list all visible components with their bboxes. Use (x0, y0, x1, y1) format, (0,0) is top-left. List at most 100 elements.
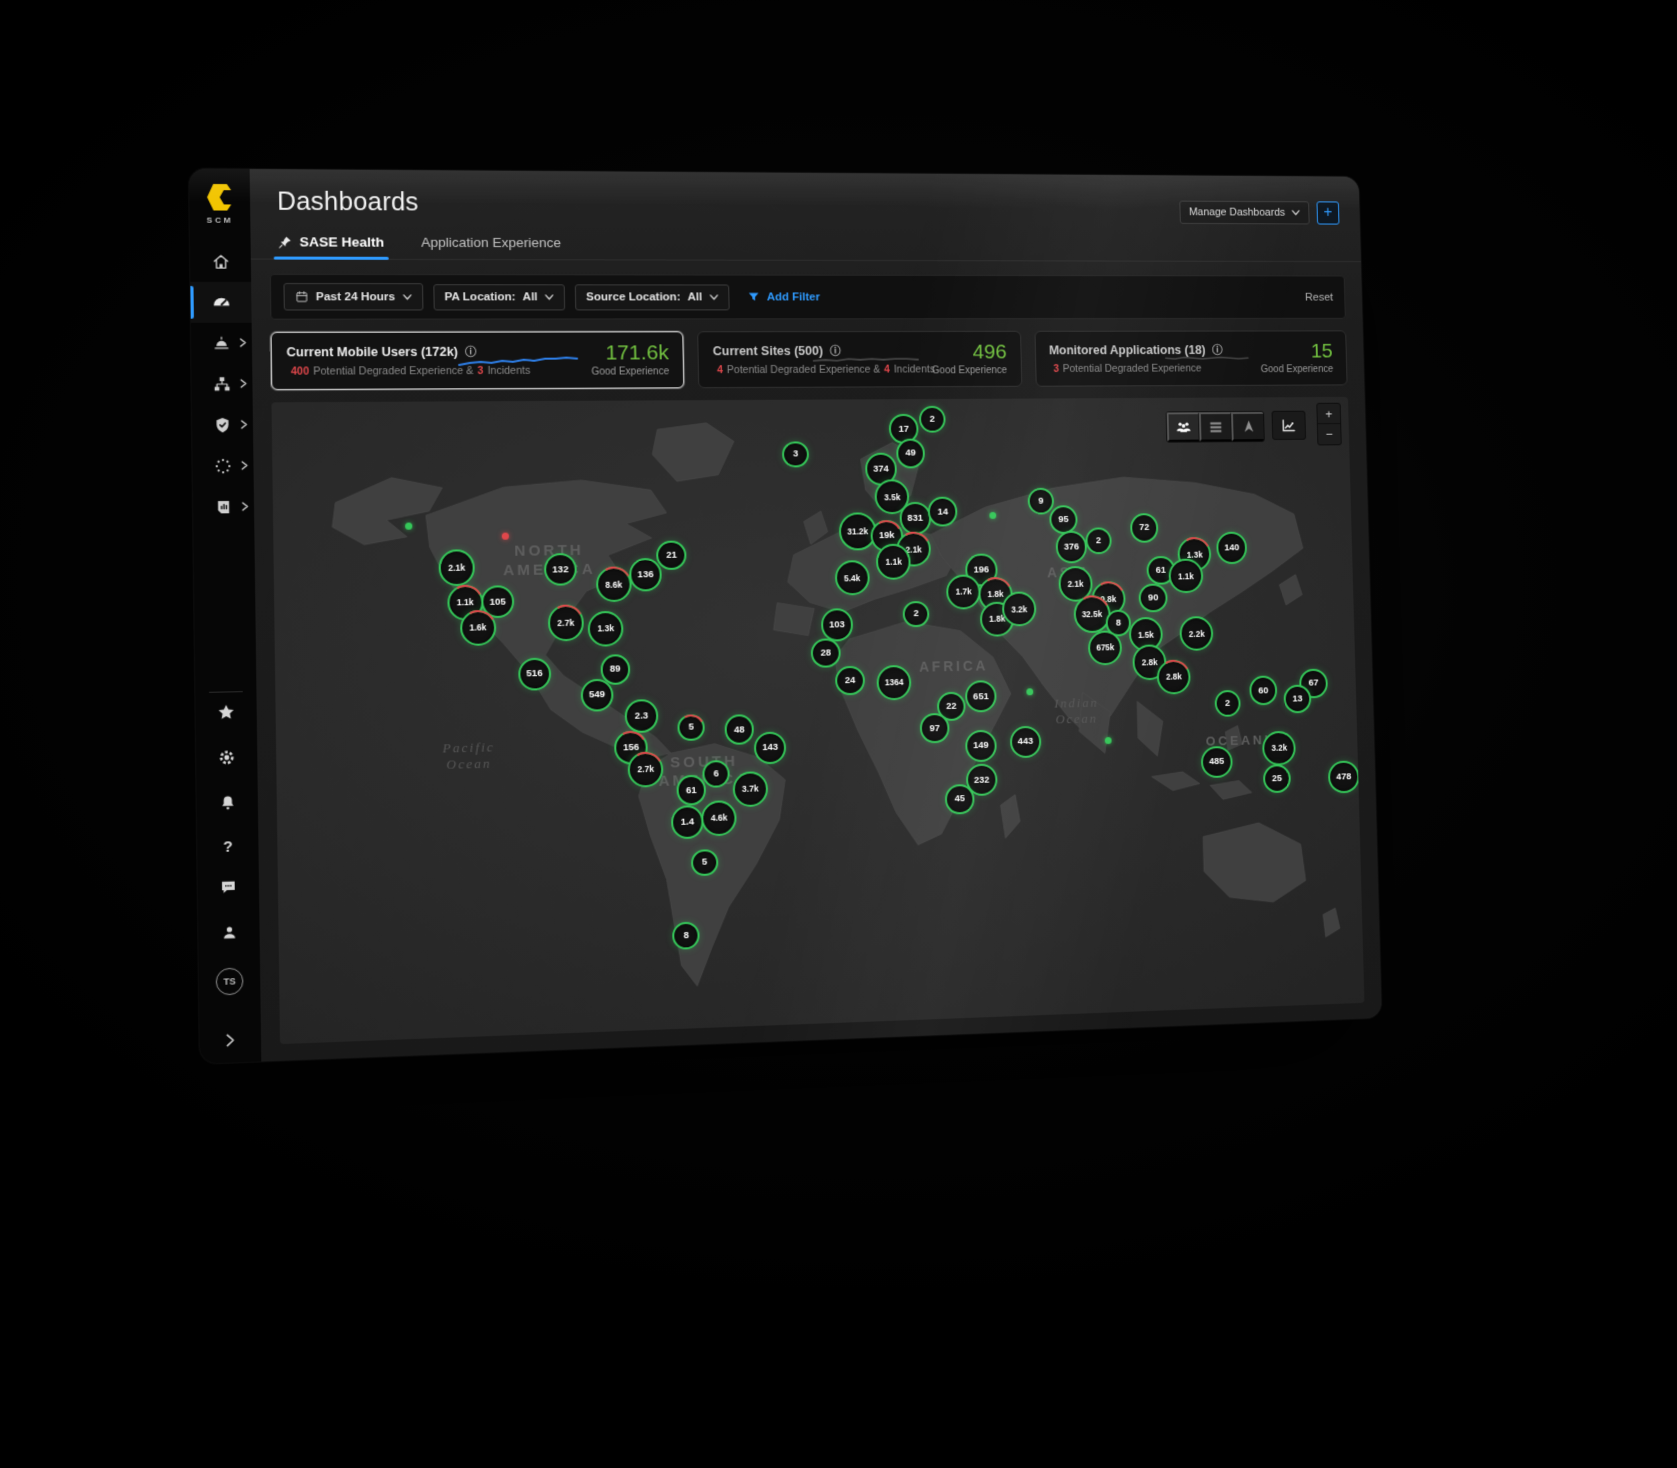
report-chart-icon (214, 498, 233, 517)
map-bubble[interactable]: 28 (811, 638, 841, 668)
map-bubble[interactable]: 32.5k (1073, 595, 1110, 633)
map-bubble-value: 31.2k (847, 526, 868, 536)
chevron-down-icon (709, 294, 718, 300)
favorites-star-icon[interactable] (217, 703, 236, 727)
kpi-value: 171.6k (591, 342, 669, 364)
map-view-users-button[interactable] (1167, 412, 1200, 441)
kpi-card-monitored-applications[interactable]: Monitored Applications (18) ⓘ 3 Potentia… (1034, 330, 1347, 386)
map-bubble-value: 5 (702, 857, 708, 868)
map-bubble-value: 143 (762, 742, 778, 753)
map-bubble[interactable]: 103 (821, 608, 854, 641)
map-bubble-value: 1.1k (885, 557, 901, 567)
map-bubble-value: 196 (973, 564, 989, 575)
sidebar-item-security[interactable] (192, 404, 253, 445)
user-avatar[interactable]: TS (216, 968, 244, 996)
home-icon (210, 252, 230, 271)
map-bubble-value: 6 (713, 768, 719, 779)
kpi-title: Current Mobile Users (172k) (286, 345, 458, 360)
map-bubble[interactable]: 1.1k (1169, 559, 1203, 594)
map-bubble[interactable]: 45 (945, 784, 975, 814)
map-bubble[interactable]: 136 (629, 558, 662, 591)
sidebar-item-reports[interactable] (193, 486, 254, 528)
map-bubble[interactable]: 2 (919, 406, 946, 433)
map-bubble[interactable]: 72 (1130, 513, 1159, 542)
manage-dashboards-button[interactable]: Manage Dashboards (1179, 201, 1309, 225)
map-bubble-value: 651 (973, 691, 989, 702)
feedback-chat-icon[interactable] (219, 877, 238, 901)
map-bubble-value: 3.2k (1011, 604, 1027, 614)
tab-application-experience[interactable]: Application Experience (421, 235, 561, 260)
pa-location-dropdown[interactable]: PA Location: All (433, 284, 565, 310)
map-bubble-value: 1364 (885, 677, 904, 687)
sidebar-item-home[interactable] (190, 241, 251, 282)
sidebar-divider (209, 691, 243, 693)
sidebar-collapse-icon[interactable] (225, 1033, 236, 1052)
map-navigate-button[interactable] (1231, 412, 1264, 441)
notifications-bell-icon[interactable] (218, 794, 236, 817)
zoom-out-button[interactable]: − (1318, 424, 1341, 444)
kpi-title: Current Sites (500) (713, 344, 823, 358)
main-panel: Dashboards Manage Dashboards + SASE Heal… (250, 169, 1382, 1061)
map-bubble-value: 1.1k (1178, 571, 1194, 581)
kpi-card-mobile-users[interactable]: Current Mobile Users (172k) ⓘ 400 Potent… (271, 331, 685, 390)
map-bubble[interactable]: 485 (1201, 745, 1233, 778)
map-bubble[interactable]: 2 (1085, 527, 1111, 554)
world-map-continents (271, 397, 1364, 1044)
map-bubble[interactable]: 14 (928, 497, 958, 527)
world-map[interactable]: NORTHAMERICASOUTHAMERICAAFRICAASIAOCEANI… (271, 397, 1364, 1044)
map-bubble-value: 2 (913, 609, 918, 620)
map-bubble-value: 2 (1225, 698, 1230, 709)
map-bubble-value: 95 (1058, 514, 1068, 525)
map-bubble-value: 3.7k (742, 784, 759, 794)
map-bubble[interactable]: 376 (1056, 531, 1088, 563)
map-bubble[interactable]: 49 (896, 439, 926, 469)
sidebar: SCM (189, 169, 261, 1064)
map-bubble[interactable]: 24 (835, 665, 865, 695)
filter-bar: Past 24 Hours PA Location: All Source Lo… (270, 274, 1346, 320)
map-bubble[interactable]: 2.3 (625, 699, 658, 732)
scm-logo[interactable]: SCM (204, 183, 236, 225)
tab-sase-health[interactable]: SASE Health (278, 234, 385, 259)
calendar-icon (295, 290, 309, 303)
map-bubble-value: 376 (1064, 542, 1080, 553)
sidebar-item-dashboards[interactable] (190, 282, 251, 323)
map-bubble[interactable]: 5 (677, 714, 704, 742)
source-location-dropdown[interactable]: Source Location: All (575, 284, 729, 310)
map-bubble-value: 48 (734, 724, 745, 735)
map-bubble[interactable]: 831 (899, 502, 931, 534)
map-bubble-value: 2.3 (635, 710, 649, 721)
add-filter-button[interactable]: Add Filter (747, 290, 820, 303)
time-range-dropdown[interactable]: Past 24 Hours (283, 283, 423, 310)
map-bubble-value: 25 (1272, 773, 1282, 784)
map-bubble[interactable]: 2.7k (548, 605, 584, 641)
map-bubble[interactable]: 478 (1328, 761, 1359, 793)
reset-filters-button[interactable]: Reset (1305, 291, 1333, 303)
map-bubble[interactable]: 2.1k (438, 550, 475, 586)
alarm-icon (212, 334, 231, 352)
profile-person-icon[interactable] (220, 923, 238, 946)
sidebar-item-incidents[interactable] (191, 323, 252, 364)
add-dashboard-button[interactable]: + (1316, 201, 1339, 224)
map-bubble[interactable]: 1.6k (460, 609, 497, 645)
map-view-list-button[interactable] (1199, 412, 1232, 441)
sidebar-item-network[interactable] (191, 364, 252, 405)
map-bubble-value: 2 (930, 414, 935, 425)
map-bubble-value: 478 (1336, 771, 1351, 782)
map-bubble-value: 443 (1018, 736, 1034, 747)
help-icon[interactable]: ? (223, 838, 233, 856)
settings-gear-icon[interactable] (217, 748, 236, 772)
sidebar-item-operations[interactable] (192, 445, 253, 487)
zoom-in-button[interactable]: + (1317, 404, 1340, 424)
map-chart-view-button[interactable] (1272, 411, 1307, 440)
dashboard-window: SCM (189, 169, 1382, 1064)
map-bubble[interactable]: 2 (1215, 690, 1241, 717)
stage: SCM (0, 0, 1677, 1468)
scm-logo-text: SCM (207, 216, 234, 225)
map-bubble-value: 9 (1038, 496, 1043, 507)
map-bubble-value: 97 (929, 723, 940, 734)
tab-bar: SASE Health Application Experience (250, 224, 1361, 262)
map-bubble-value: 103 (829, 619, 845, 630)
map-bubble-value: 61 (1156, 565, 1166, 576)
map-bubble-value: 2.8k (1142, 657, 1158, 667)
kpi-card-sites[interactable]: Current Sites (500) ⓘ 4 Potential Degrad… (697, 331, 1022, 388)
